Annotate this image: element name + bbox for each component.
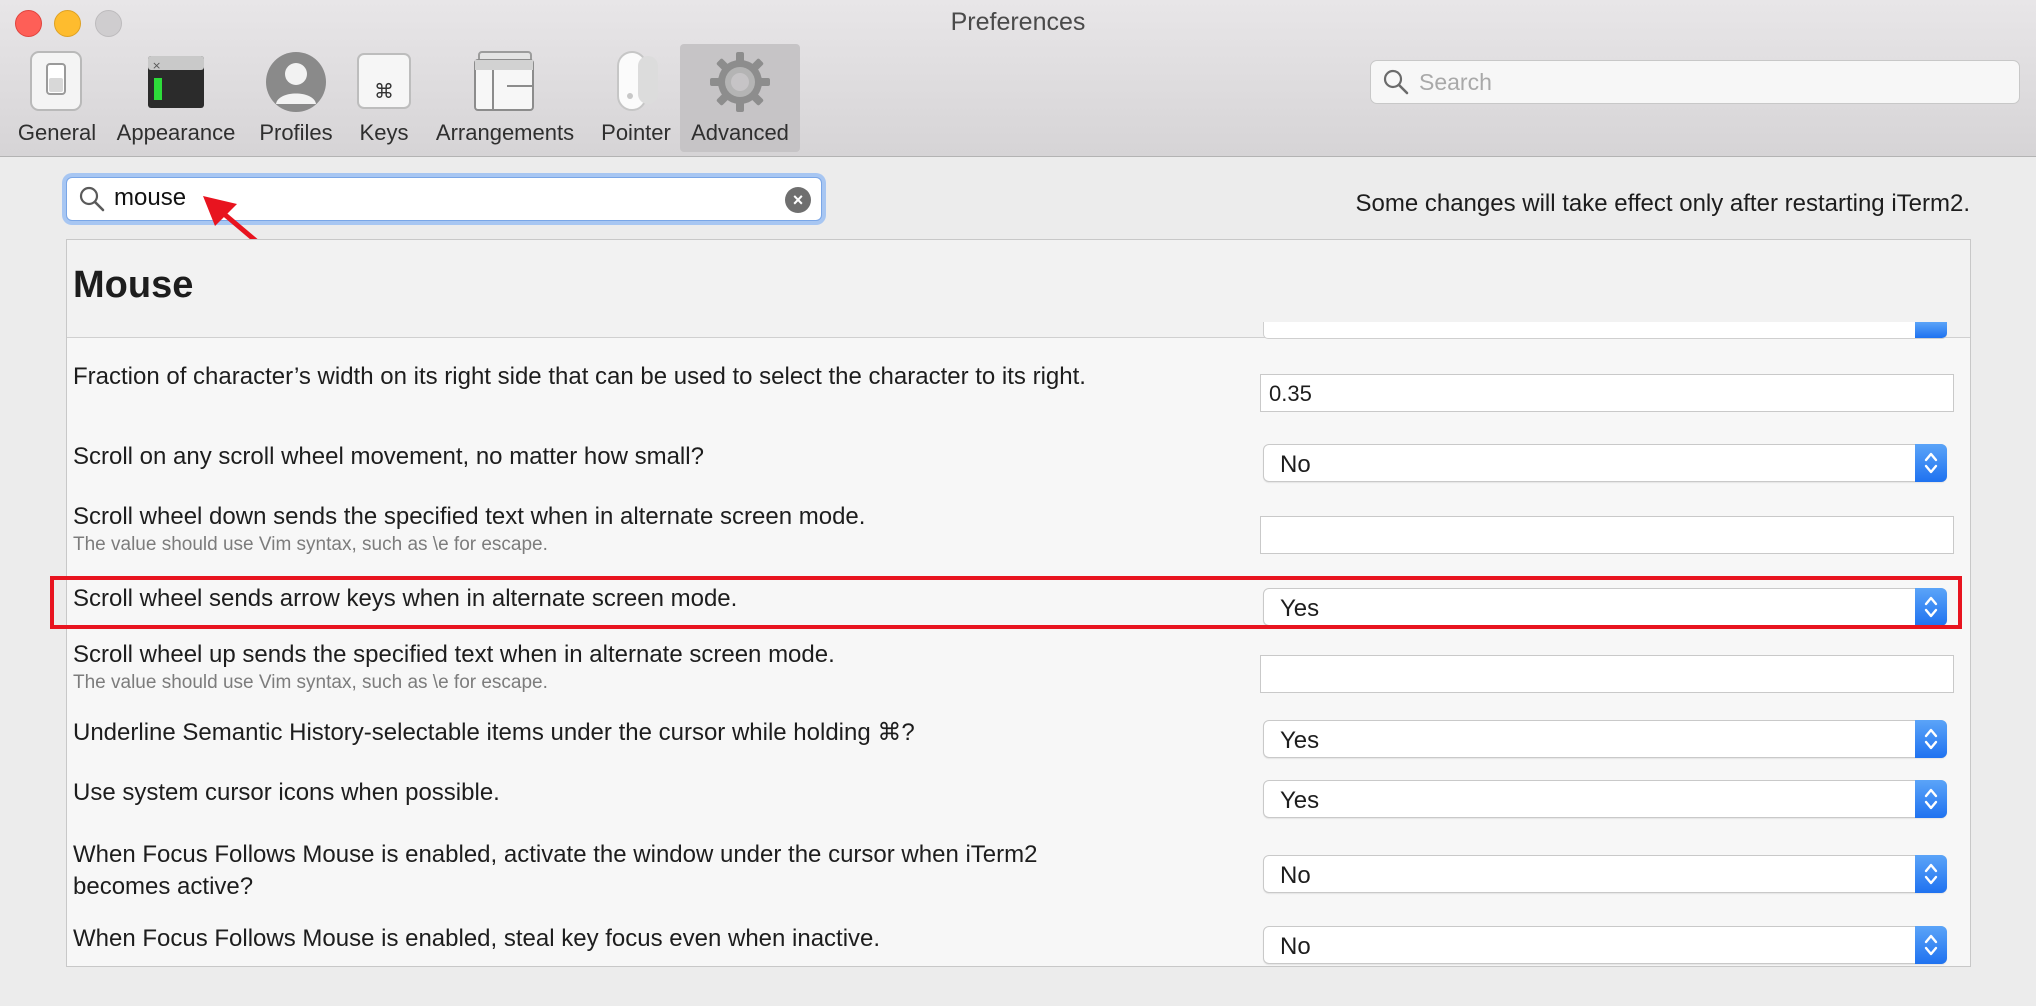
restart-notice: Some changes will take effect only after… [1355,190,1970,217]
popup-value: Yes [1280,787,1320,814]
filter-input-value[interactable]: mouse [114,184,186,212]
setting-row: Scroll wheel up sends the specified text… [67,638,1970,708]
setting-label: Scroll wheel sends arrow keys when in al… [73,585,738,612]
toolbar-item-arrangements[interactable]: Arrangements [428,44,582,152]
toolbar-item-label: Arrangements [435,120,575,145]
setting-label: When Focus Follows Mouse is enabled, ste… [73,925,881,952]
chevron-up-down-icon [1915,855,1947,893]
chevron-up-down-icon [1915,720,1947,758]
window-title: Preferences [950,8,1086,36]
setting-row: Scroll wheel sends arrow keys when in al… [67,582,1970,630]
keys-command-icon: ⌘ [352,50,416,114]
toolbar-item-appearance[interactable]: × Appearance [110,44,242,152]
settings-table[interactable]: Mouse Fraction of character’s width on i… [66,239,1971,967]
toolbar-item-general[interactable]: General [10,44,104,152]
popup-value: No [1280,933,1311,960]
setting-row: Fraction of character’s width on its rig… [67,360,1970,420]
popup-value: No [1280,451,1311,478]
window-toolbar: Preferences General × Appearance Profile… [0,0,2036,157]
clear-circle-icon[interactable]: × [785,187,811,213]
setting-popup-button[interactable]: Yes [1263,720,1947,758]
setting-label: Fraction of character’s width on its rig… [73,363,1086,390]
setting-subtitle: The value should use Vim syntax, such as… [73,534,548,555]
search-icon [1383,69,1409,100]
setting-row: When Focus Follows Mouse is enabled, act… [67,838,1970,908]
setting-label: Underline Semantic History-selectable it… [73,719,915,746]
toolbar-item-keys[interactable]: ⌘ Keys [350,44,418,152]
setting-label: Scroll on any scroll wheel movement, no … [73,443,704,470]
profiles-person-icon [264,50,328,114]
setting-row: Use system cursor icons when possible. Y… [67,776,1970,824]
setting-label: Use system cursor icons when possible. [73,779,500,806]
partial-popup-button[interactable] [1263,322,1947,339]
arrangements-windows-icon [473,50,537,114]
toolbar-search-input[interactable] [1417,65,2011,99]
svg-text:⌘: ⌘ [374,79,394,103]
popup-value: Yes [1280,727,1320,754]
setting-subtitle: The value should use Vim syntax, such as… [73,672,548,693]
toolbar-search-field[interactable] [1370,60,2020,104]
setting-popup-button[interactable]: Yes [1263,588,1947,626]
setting-label: Scroll wheel down sends the specified te… [73,503,866,530]
filter-search-field[interactable]: mouse × [66,177,822,221]
toolbar-item-label: Keys [359,120,409,145]
setting-label: Scroll wheel up sends the specified text… [73,641,835,668]
setting-row: Scroll wheel down sends the specified te… [67,500,1970,570]
chevron-up-down-icon [1915,780,1947,818]
general-switch-icon [25,50,89,114]
setting-label-line-2: becomes active? [73,873,254,900]
setting-popup-button[interactable]: No [1263,855,1947,893]
toolbar-item-label: Pointer [601,120,671,145]
toolbar-item-profiles[interactable]: Profiles [250,44,342,152]
toolbar-item-label: Advanced [691,120,789,145]
setting-row: Scroll on any scroll wheel movement, no … [67,440,1970,488]
svg-text:×: × [152,59,161,72]
advanced-gear-icon [708,50,772,114]
toolbar-item-label: Profiles [259,120,333,145]
chevron-up-down-icon [1915,444,1947,482]
popup-value: No [1280,862,1311,889]
chevron-up-down-icon [1915,588,1947,626]
setting-popup-button[interactable]: No [1263,444,1947,482]
setting-text-field[interactable] [1260,655,1954,693]
setting-label-line-1: When Focus Follows Mouse is enabled, act… [73,841,1038,868]
setting-popup-button[interactable]: Yes [1263,780,1947,818]
setting-text-field[interactable] [1260,516,1954,554]
appearance-terminal-icon: × [146,50,206,114]
pointer-mouse-icon [604,50,668,114]
setting-row: Underline Semantic History-selectable it… [67,716,1970,764]
chevron-up-down-icon [1915,926,1947,964]
setting-text-field[interactable]: 0.35 [1260,374,1954,412]
toolbar-item-pointer[interactable]: Pointer [592,44,680,152]
section-title: Mouse [73,264,194,306]
toolbar-item-label: Appearance [116,120,236,145]
search-icon [79,186,105,217]
setting-popup-button[interactable]: No [1263,926,1947,964]
toolbar-item-label: General [17,120,97,145]
toolbar-item-advanced[interactable]: Advanced [680,44,800,152]
popup-value: Yes [1280,595,1320,622]
setting-row: When Focus Follows Mouse is enabled, ste… [67,922,1970,966]
